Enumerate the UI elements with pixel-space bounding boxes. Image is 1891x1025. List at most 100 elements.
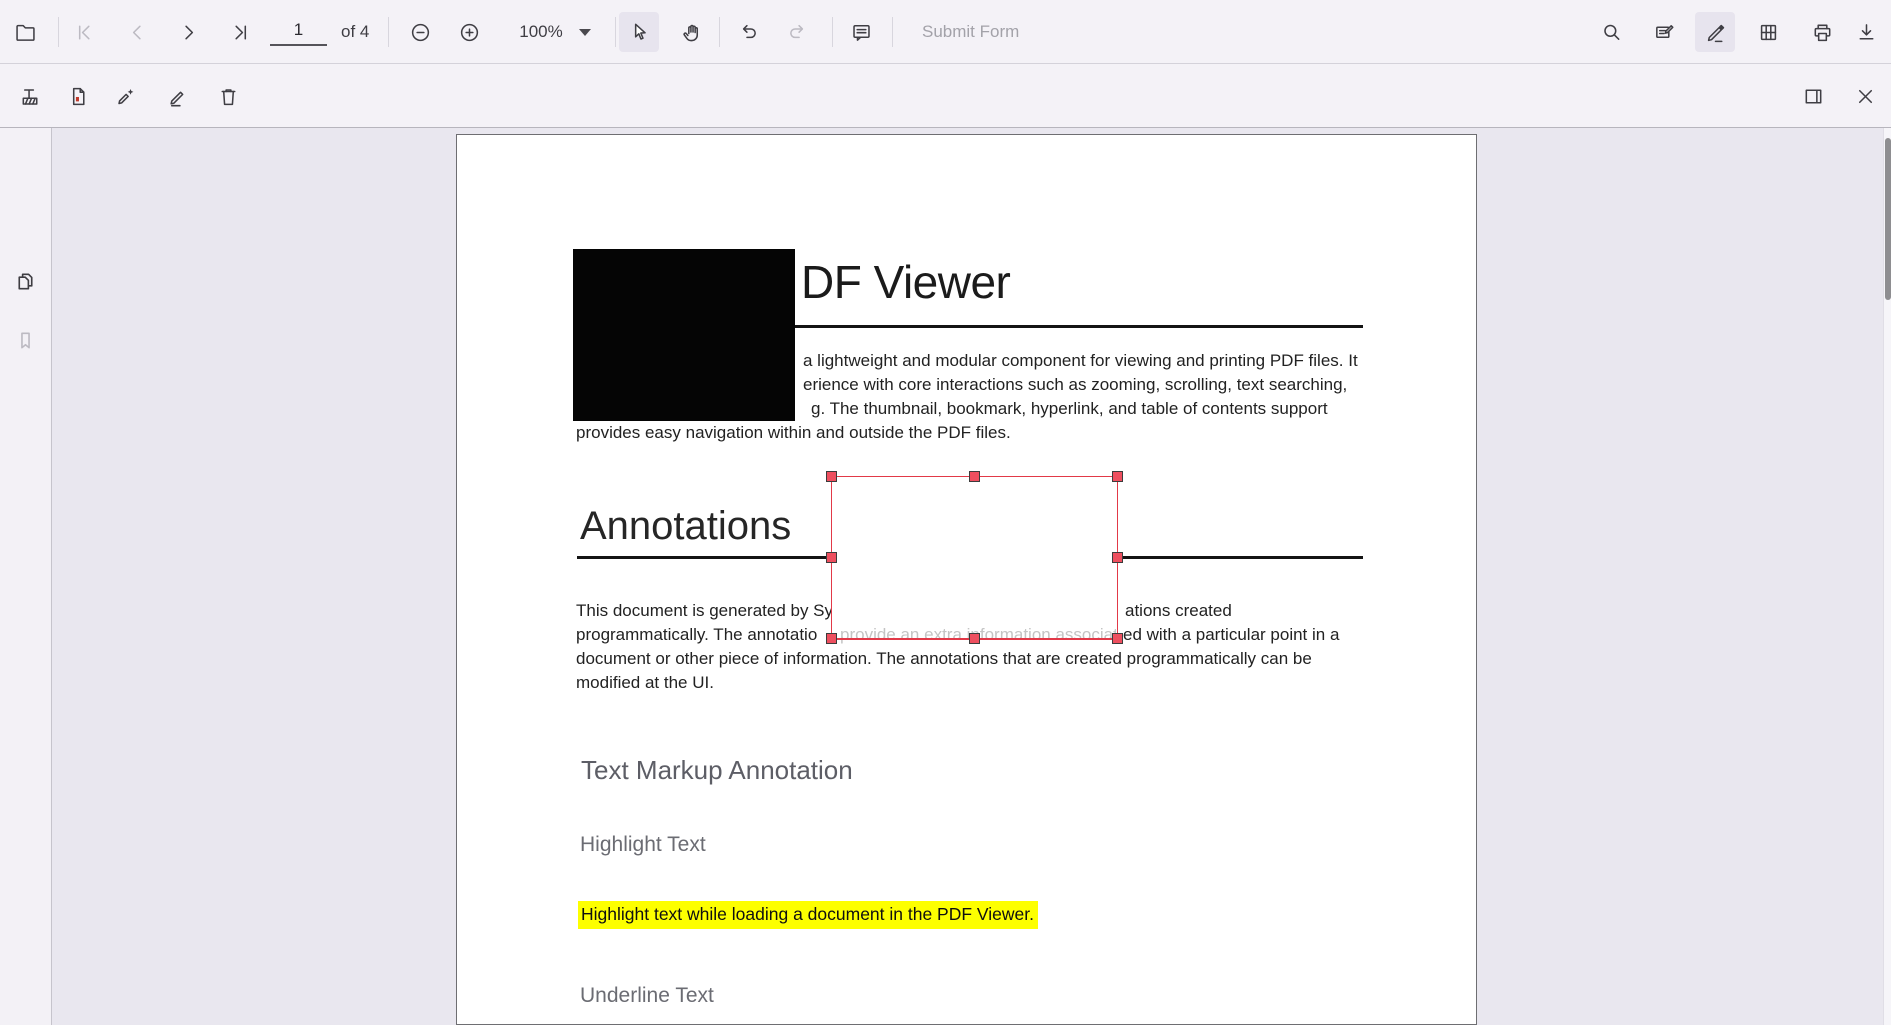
- underline-text-label: Underline Text: [580, 984, 714, 1008]
- highlighted-sentence-wrap: Highlight text while loading a document …: [578, 901, 1038, 929]
- close-annotation-toolbar-button[interactable]: [1845, 76, 1885, 116]
- comment-panel-button[interactable]: [1793, 76, 1833, 116]
- last-page-button[interactable]: [220, 12, 260, 52]
- resize-handle-top-left[interactable]: [826, 471, 837, 482]
- zoom-in-button[interactable]: [449, 12, 489, 52]
- paragraph-line: erience with core interactions such as z…: [803, 375, 1347, 395]
- resize-handle-bottom-right[interactable]: [1112, 633, 1123, 644]
- search-icon: [1600, 21, 1623, 44]
- previous-page-button[interactable]: [117, 12, 157, 52]
- pdf-page[interactable]: DF Viewer a lightweight and modular comp…: [456, 134, 1477, 1025]
- first-page-button[interactable]: [64, 12, 104, 52]
- chevron-down-icon: [579, 29, 591, 36]
- download-icon: [1855, 21, 1878, 44]
- resize-handle-top-right[interactable]: [1112, 471, 1123, 482]
- separator: [719, 17, 720, 47]
- paragraph-line: programmatically. The annotatio: [576, 625, 817, 645]
- separator: [892, 17, 893, 47]
- form-designer-button[interactable]: [1748, 12, 1788, 52]
- open-file-icon: [14, 21, 37, 44]
- page-count-label: of 4: [341, 22, 369, 42]
- zoom-out-icon: [409, 21, 432, 44]
- zoom-out-button[interactable]: [400, 12, 440, 52]
- redo-button[interactable]: [776, 12, 816, 52]
- resize-handle-bottom-center[interactable]: [969, 633, 980, 644]
- comment-icon: [850, 21, 873, 44]
- vertical-scrollbar[interactable]: [1883, 128, 1891, 1025]
- calibrate-annotation-button[interactable]: [106, 76, 146, 116]
- separator: [388, 17, 389, 47]
- highlighted-text[interactable]: Highlight text while loading a document …: [578, 901, 1038, 929]
- annotation-comment-button[interactable]: [1644, 12, 1684, 52]
- cursor-arrow-icon: [628, 21, 651, 44]
- annotations-heading: Annotations: [580, 504, 791, 549]
- resize-handle-bottom-left[interactable]: [826, 633, 837, 644]
- pages-icon: [14, 270, 37, 293]
- zoom-level-dropdown[interactable]: 100%: [505, 12, 605, 52]
- redo-icon: [785, 21, 808, 44]
- shape-annotation-button[interactable]: [58, 76, 98, 116]
- paragraph-line: document or other piece of information. …: [576, 649, 1312, 669]
- separator: [58, 17, 59, 47]
- undo-icon: [738, 21, 761, 44]
- ink-annotation-button[interactable]: [157, 76, 197, 116]
- delete-annotation-button[interactable]: [208, 76, 248, 116]
- paragraph-line: ations created: [1125, 601, 1232, 621]
- zoom-level-value: 100%: [519, 22, 562, 42]
- hand-icon: [680, 21, 703, 44]
- paragraph-line: g. The thumbnail, bookmark, hyperlink, a…: [811, 399, 1328, 419]
- next-page-button[interactable]: [168, 12, 208, 52]
- undo-button[interactable]: [729, 12, 769, 52]
- grid-icon: [1757, 21, 1780, 44]
- pdf-viewer-app: of 4 100% Submit For: [0, 0, 1891, 1025]
- page-thumbnails-button[interactable]: [7, 263, 43, 299]
- navigation-sidebar: [0, 128, 52, 1025]
- text-markup-icon: [19, 85, 42, 108]
- rectangle-annotation-selected[interactable]: [831, 476, 1118, 639]
- ink-pen-icon: [166, 85, 189, 108]
- search-button[interactable]: [1591, 12, 1631, 52]
- scrollbar-thumb[interactable]: [1885, 138, 1891, 300]
- download-button[interactable]: [1846, 12, 1886, 52]
- close-icon: [1854, 85, 1877, 108]
- bookmarks-button[interactable]: [7, 322, 43, 358]
- printer-icon: [1811, 21, 1834, 44]
- print-button[interactable]: [1802, 12, 1842, 52]
- annotation-toolbar: [0, 64, 1891, 128]
- paragraph-line: ed with a particular point in a: [1123, 625, 1339, 645]
- paragraph-line: provides easy navigation within and outs…: [576, 423, 1011, 443]
- submit-form-button[interactable]: Submit Form: [922, 22, 1019, 42]
- document-title: DF Viewer: [801, 255, 1010, 309]
- pencil-sparkle-icon: [115, 85, 138, 108]
- document-viewport[interactable]: DF Viewer a lightweight and modular comp…: [52, 128, 1883, 1025]
- separator: [832, 17, 833, 47]
- resize-handle-top-center[interactable]: [969, 471, 980, 482]
- first-page-icon: [73, 21, 96, 44]
- paragraph-line: modified at the UI.: [576, 673, 714, 693]
- open-file-button[interactable]: [5, 12, 45, 52]
- text-select-tool-button[interactable]: [619, 12, 659, 52]
- text-markup-subheading: Text Markup Annotation: [581, 755, 853, 786]
- document-stamp-icon: [67, 85, 90, 108]
- page-number-input[interactable]: [270, 16, 327, 46]
- highlight-text-label: Highlight Text: [580, 833, 706, 857]
- bookmark-icon: [14, 329, 37, 352]
- paragraph-line: This document is generated by Sy: [576, 601, 833, 621]
- note-pencil-icon: [1653, 21, 1676, 44]
- black-rectangle-annotation[interactable]: [573, 249, 795, 421]
- zoom-in-icon: [458, 21, 481, 44]
- next-page-icon: [177, 21, 200, 44]
- resize-handle-middle-right[interactable]: [1112, 552, 1123, 563]
- paragraph-line: a lightweight and modular component for …: [803, 351, 1358, 371]
- pan-tool-button[interactable]: [671, 12, 711, 52]
- main-toolbar: of 4 100% Submit For: [0, 0, 1891, 64]
- annotation-edit-button[interactable]: [1695, 12, 1735, 52]
- resize-handle-middle-left[interactable]: [826, 552, 837, 563]
- text-markup-button[interactable]: [10, 76, 50, 116]
- previous-page-icon: [126, 21, 149, 44]
- separator: [615, 17, 616, 47]
- trash-icon: [217, 85, 240, 108]
- comment-button[interactable]: [841, 12, 881, 52]
- last-page-icon: [229, 21, 252, 44]
- pencil-underline-icon: [1704, 21, 1727, 44]
